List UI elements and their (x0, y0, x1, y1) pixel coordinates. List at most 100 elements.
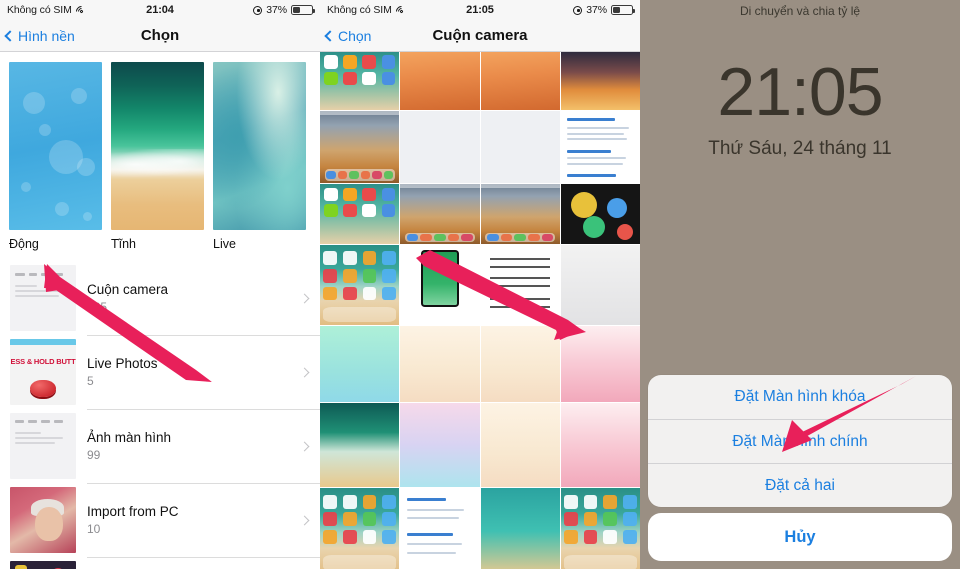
photo-thumb[interactable] (560, 184, 640, 244)
photo-thumb[interactable] (320, 326, 400, 402)
rotation-lock-icon (573, 5, 583, 15)
photo-thumb[interactable] (320, 488, 400, 569)
photo-thumb[interactable] (400, 488, 480, 569)
nav-bar-left: Hình nền Chọn (0, 20, 320, 52)
album-meta: Live Photos 5 (87, 356, 301, 388)
thumb-caption: ESS & HOLD BUTT (10, 357, 76, 367)
wallpaper-type-label: Động (9, 237, 39, 251)
thumb-red-button (30, 379, 56, 397)
wallpaper-type-label: Live (213, 237, 236, 251)
album-row-screenshots[interactable]: Ảnh màn hình 99 (0, 409, 320, 483)
photo-thumb[interactable] (320, 403, 400, 487)
move-and-scale-hint: Di chuyển và chia tỷ lệ (739, 4, 861, 18)
screenshot-stage: Không có SIM 21:04 37% Hình nền Chọn Độn… (0, 0, 960, 569)
panel-wallpaper-preview: Di chuyển và chia tỷ lệ 21:05 Thứ Sáu, 2… (640, 0, 960, 569)
photo-thumb[interactable] (480, 403, 560, 487)
lock-date: Thứ Sáu, 24 tháng 11 (708, 138, 892, 159)
photo-thumb[interactable] (400, 245, 480, 325)
nav-bar-middle: Chọn Cuộn camera (320, 20, 640, 52)
album-thumbnail (10, 265, 76, 331)
action-sheet: Đặt Màn hình khóa Đặt Màn hình chính Đặt… (648, 375, 952, 507)
wallpaper-type-static[interactable]: Tĩnh (111, 62, 204, 251)
lock-screen-clock: 21:05 Thứ Sáu, 24 tháng 11 (640, 58, 960, 160)
photo-thumb[interactable] (480, 326, 560, 402)
wifi-icon (73, 3, 90, 19)
album-thumbnail (10, 487, 76, 553)
wallpaper-type-label: Tĩnh (111, 237, 137, 251)
album-name: Live Photos (87, 356, 158, 371)
chevron-right-icon (299, 515, 310, 525)
photo-thumb[interactable] (400, 111, 480, 183)
photo-thumb[interactable] (320, 111, 400, 183)
photo-thumb[interactable] (400, 403, 480, 487)
back-button-label: Chọn (338, 27, 372, 44)
back-button-label: Hình nền (18, 27, 75, 44)
album-name: Cuộn camera (87, 282, 169, 297)
photo-thumb[interactable] (560, 488, 640, 569)
thumb-detail (15, 564, 28, 569)
cancel-button[interactable]: Hủy (648, 513, 952, 561)
album-count: 99 (87, 448, 101, 462)
album-count: 125 (87, 300, 108, 314)
album-thumbnail: ESS & HOLD BUTT (10, 339, 76, 405)
album-meta: Ảnh màn hình 99 (87, 430, 301, 462)
carrier-label: Không có SIM (7, 4, 72, 16)
back-button-chon[interactable]: Chọn (324, 27, 372, 44)
album-count: 10 (87, 522, 101, 536)
status-bar-left: Không có SIM 21:04 37% (0, 0, 320, 20)
wifi-icon (393, 3, 410, 19)
photo-thumb[interactable] (480, 245, 560, 325)
status-left-group: Không có SIM (327, 3, 410, 19)
status-right-group: 37% (573, 4, 636, 16)
back-button-wallpaper[interactable]: Hình nền (4, 27, 75, 44)
photo-thumb[interactable] (400, 184, 480, 244)
album-name: Import from PC (87, 504, 179, 519)
rotation-lock-icon (253, 5, 263, 15)
photo-thumb[interactable] (560, 245, 640, 325)
photo-thumb[interactable] (560, 111, 640, 183)
chevron-right-icon (299, 293, 310, 303)
album-meta: Import from PC 10 (87, 504, 301, 536)
photo-thumb[interactable] (400, 326, 480, 402)
panel-camera-roll: Không có SIM 21:05 37% Chọn Cuộn camera (320, 0, 640, 569)
lock-time: 21:05 (717, 54, 883, 130)
action-set-lock-screen[interactable]: Đặt Màn hình khóa (648, 375, 952, 419)
wallpaper-type-row: Động Tĩnh Live (0, 52, 320, 251)
photo-thumb[interactable] (480, 184, 560, 244)
photo-thumb[interactable] (480, 488, 560, 569)
album-row-live-photos[interactable]: ESS & HOLD BUTT Live Photos 5 (0, 335, 320, 409)
photo-thumb[interactable] (560, 403, 640, 487)
photo-thumb[interactable] (560, 52, 640, 110)
photo-thumb[interactable] (320, 245, 400, 325)
wallpaper-thumb-live (213, 62, 306, 230)
wallpaper-thumb-dynamic (9, 62, 102, 230)
photo-thumb[interactable] (320, 52, 400, 110)
album-row-fexyhome[interactable]: FexyHome (0, 557, 320, 569)
album-list: Cuộn camera 125 ESS & HOLD BUTT Live Pho… (0, 261, 320, 569)
photo-thumb[interactable] (560, 326, 640, 402)
wallpaper-thumb-static (111, 62, 204, 230)
status-right-group: 37% (253, 4, 316, 16)
photo-thumb[interactable] (400, 52, 480, 110)
album-thumbnail (10, 561, 76, 569)
action-set-both[interactable]: Đặt cả hai (648, 463, 952, 507)
album-meta: Cuộn camera 125 (87, 282, 301, 314)
photo-grid (320, 52, 640, 569)
album-row-import-from-pc[interactable]: Import from PC 10 (0, 483, 320, 557)
action-set-home-screen[interactable]: Đặt Màn hình chính (648, 419, 952, 463)
wallpaper-type-dynamic[interactable]: Động (9, 62, 102, 251)
battery-percent: 37% (586, 4, 607, 16)
chevron-right-icon (299, 441, 310, 451)
chevron-right-icon (299, 367, 310, 377)
photo-thumb[interactable] (320, 184, 400, 244)
photo-thumb[interactable] (480, 52, 560, 110)
battery-percent: 37% (266, 4, 287, 16)
chevron-left-icon (4, 29, 16, 42)
battery-icon (291, 5, 316, 15)
album-thumbnail (10, 413, 76, 479)
photo-thumb[interactable] (480, 111, 560, 183)
wallpaper-type-live[interactable]: Live (213, 62, 306, 251)
album-row-camera-roll[interactable]: Cuộn camera 125 (0, 261, 320, 335)
status-bar-middle: Không có SIM 21:05 37% (320, 0, 640, 20)
panel-wallpaper-chooser: Không có SIM 21:04 37% Hình nền Chọn Độn… (0, 0, 320, 569)
